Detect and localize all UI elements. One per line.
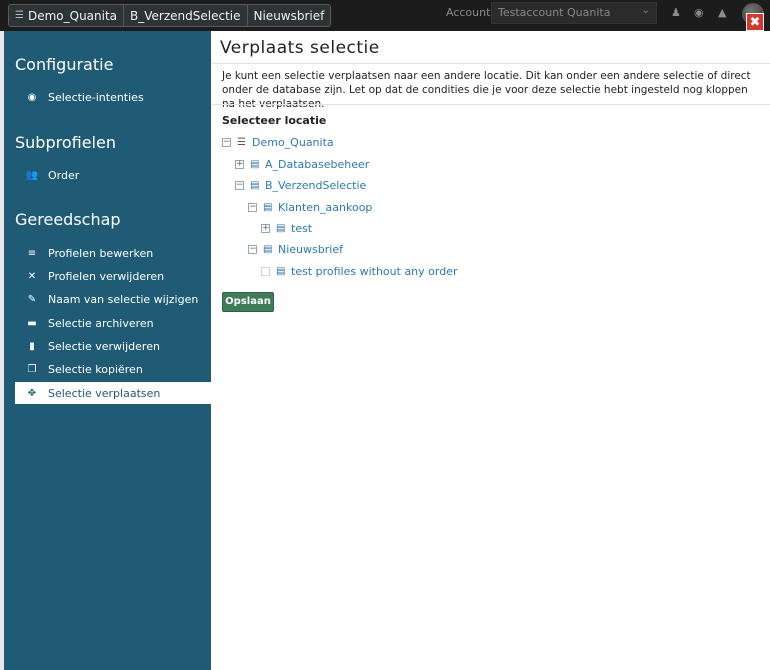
tree-node-label[interactable]: test (291, 222, 312, 235)
sidebar-item-label: Selectie verplaatsen (48, 386, 161, 400)
account-label: Account (446, 6, 491, 19)
tree-node-label[interactable]: Demo_Quanita (252, 136, 334, 149)
breadcrumb-label: Nieuwsbrief (253, 8, 325, 23)
archive-icon: ▬ (27, 317, 37, 329)
user-remove-icon: ✕ (27, 270, 37, 282)
filter-doc-icon: ▤ (250, 179, 260, 191)
tree-node-nieuwsbrief[interactable]: − ▤ Nieuwsbrief (248, 241, 343, 257)
sidebar-item-profielen-bewerken[interactable]: ≡ Profielen bewerken (15, 242, 211, 264)
tree-node-b-verzendselectie[interactable]: − ▤ B_VerzendSelectie (235, 177, 366, 193)
tree-node-database[interactable]: − ☰ Demo_Quanita (222, 134, 334, 150)
save-button[interactable]: Opslaan (222, 292, 274, 312)
tree-node-label[interactable]: B_VerzendSelectie (265, 179, 366, 192)
sidebar-item-label: Selectie kopiëren (48, 362, 143, 376)
sidebar-item-profielen-verwijderen[interactable]: ✕ Profielen verwijderen (15, 265, 211, 287)
page-title: Verplaats selectie (220, 38, 380, 58)
expand-icon[interactable]: + (261, 223, 270, 233)
database-icon: ☰ (15, 10, 24, 21)
tree-node-label[interactable]: A_Databasebeheer (265, 158, 369, 171)
breadcrumb-label: B_VerzendSelectie (130, 8, 241, 23)
sidebar-item-kopieren[interactable]: ❐ Selectie kopiëren (15, 358, 211, 380)
breadcrumb-label: Demo_Quanita (27, 8, 118, 23)
sidebar-item-label: Selectie archiveren (48, 316, 154, 330)
tree-node-test-profiles[interactable]: ▤ test profiles without any order (261, 263, 458, 279)
sidebar-item-label: Naam van selectie wijzigen (48, 292, 199, 306)
tree-node-label[interactable]: Nieuwsbrief (278, 243, 343, 256)
sidebar-item-label: Selectie-intenties (48, 90, 144, 104)
section-title-subprofielen: Subprofielen (15, 133, 116, 152)
collapse-icon[interactable]: − (248, 244, 257, 254)
tree-node-test[interactable]: + ▤ test (261, 220, 312, 236)
collapse-icon[interactable]: − (235, 180, 244, 190)
breadcrumb-item-current[interactable]: Nieuwsbrief (248, 5, 331, 26)
sidebar-item-label: Profielen verwijderen (48, 269, 165, 283)
collapse-icon[interactable]: − (248, 202, 257, 212)
sidebar-item-order[interactable]: 👥 Order (15, 164, 211, 186)
move-icon: ✥ (27, 387, 37, 399)
tree-node-label[interactable]: test profiles without any order (291, 265, 458, 278)
main-content: Verplaats selectie Je kunt een selectie … (211, 31, 770, 670)
sidebar-item-naam-wijzigen[interactable]: ✎ Naam van selectie wijzigen (15, 288, 211, 310)
eye-icon[interactable]: ◉ (694, 6, 704, 19)
filter-doc-icon: ▤ (276, 265, 286, 277)
filter-doc-icon: ▤ (263, 243, 273, 255)
location-heading: Selecteer locatie (222, 114, 327, 127)
copy-icon: ❐ (27, 363, 37, 375)
filter-doc-icon: ▤ (276, 222, 286, 234)
close-icon[interactable]: ✖ (746, 13, 764, 31)
sidebar-item-selectie-intenties[interactable]: ◉ Selectie-intenties (15, 86, 211, 108)
breadcrumb-item-database[interactable]: ☰ Demo_Quanita (9, 5, 125, 26)
divider (211, 104, 770, 105)
account-select[interactable]: Testaccount Quanita ⌄ (491, 2, 657, 24)
leaf-icon (261, 266, 270, 276)
divider (211, 63, 770, 64)
sidebar-item-label: Profielen bewerken (48, 246, 154, 260)
database-icon: ☰ (237, 136, 246, 148)
sidebar-item-label: Selectie verwijderen (48, 339, 160, 353)
circle-dot-icon: ◉ (27, 91, 37, 103)
tree-node-label[interactable]: Klanten_aankoop (278, 201, 372, 214)
sliders-icon: ≡ (27, 247, 37, 259)
section-title-configuratie: Configuratie (15, 55, 114, 74)
filter-doc-icon: ▤ (263, 201, 273, 213)
collapse-icon[interactable]: − (222, 137, 231, 147)
account-value: Testaccount Quanita (498, 6, 611, 19)
edit-icon: ✎ (27, 293, 37, 305)
sidebar-item-verwijderen[interactable]: ▮ Selectie verwijderen (15, 335, 211, 357)
sidebar-item-label: Order (48, 168, 80, 182)
expand-icon[interactable]: + (235, 159, 244, 169)
sidebar-item-archiveren[interactable]: ▬ Selectie archiveren (15, 312, 211, 334)
breadcrumb-item-selectie[interactable]: B_VerzendSelectie (124, 5, 248, 26)
tree-node-a-databasebeheer[interactable]: + ▤ A_Databasebeheer (235, 156, 369, 172)
sidebar-item-verplaatsen[interactable]: ✥ Selectie verplaatsen (15, 382, 211, 404)
breadcrumb: ☰ Demo_Quanita B_VerzendSelectie Nieuwsb… (8, 4, 332, 27)
bell-icon[interactable]: ▲ (718, 6, 726, 19)
chevron-down-icon: ⌄ (641, 5, 650, 16)
top-bar: ☰ Demo_Quanita B_VerzendSelectie Nieuwsb… (0, 0, 770, 31)
section-title-gereedschap: Gereedschap (15, 210, 121, 229)
sidebar: Configuratie ◉ Selectie-intenties Subpro… (4, 31, 211, 670)
users-icon: 👥 (25, 169, 39, 181)
trash-icon: ▮ (29, 340, 35, 352)
user-secret-icon[interactable]: ♟ (671, 6, 681, 19)
filter-doc-icon: ▤ (250, 158, 260, 170)
tree-node-klanten-aankoop[interactable]: − ▤ Klanten_aankoop (248, 199, 372, 215)
